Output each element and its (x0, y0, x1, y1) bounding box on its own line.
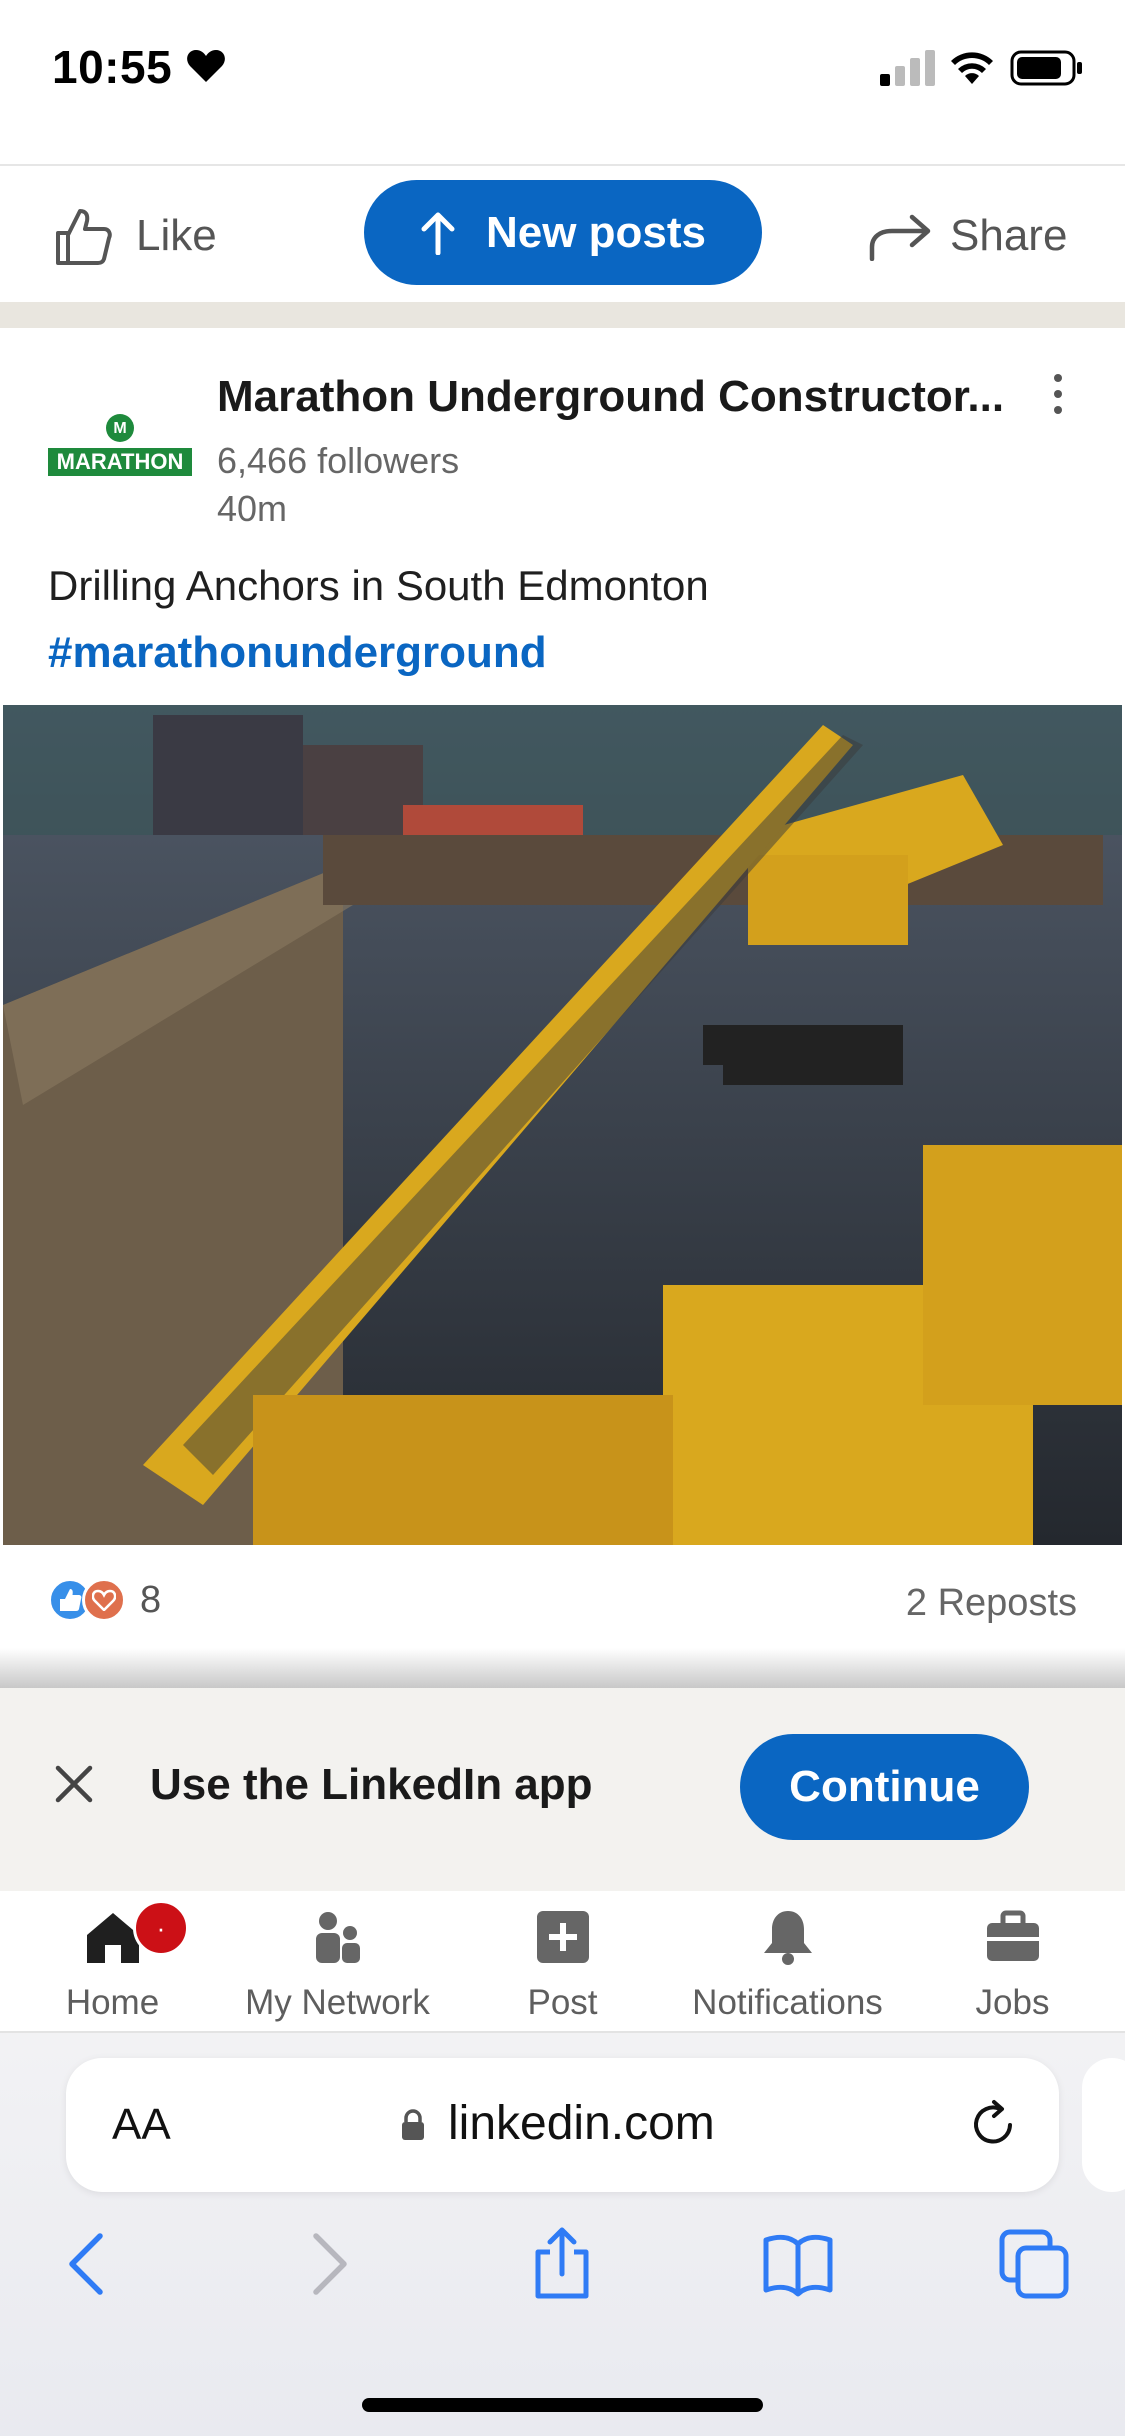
tabs-icon[interactable] (996, 2226, 1072, 2302)
nav-label: My Network (245, 1983, 430, 2022)
forward-arrow-icon[interactable] (290, 2226, 366, 2302)
nav-label: Home (65, 1983, 160, 2022)
nav-my-network[interactable]: My Network (225, 1905, 450, 2023)
url-text[interactable]: linkedin.com (448, 2096, 715, 2151)
heart-icon (187, 50, 225, 82)
back-arrow-icon[interactable] (50, 2226, 126, 2302)
post-image[interactable] (3, 705, 1122, 1545)
wifi-icon (951, 52, 993, 84)
more-options-icon[interactable] (1046, 372, 1070, 416)
next-tab-peek[interactable] (1082, 2058, 1125, 2192)
arrow-up-icon (421, 212, 455, 255)
lock-icon (402, 2109, 424, 2140)
nav-label: Notifications (692, 1983, 883, 2022)
company-logo[interactable]: M MARATHON (48, 412, 192, 484)
battery-icon (1010, 50, 1082, 86)
bookmarks-icon[interactable] (760, 2226, 836, 2302)
like-button[interactable]: Like (52, 200, 217, 272)
bell-icon (763, 1911, 812, 1965)
heart-icon (82, 1578, 126, 1622)
banner-shadow (0, 1648, 1125, 1688)
close-icon[interactable] (52, 1762, 96, 1806)
share-button[interactable]: Share (868, 200, 1067, 272)
nav-label: Jobs (975, 1983, 1050, 2022)
post-age: 40m (217, 488, 288, 529)
share-icon[interactable] (524, 2226, 600, 2302)
thumbs-up-icon (56, 209, 112, 265)
status-time: 10:55 (52, 41, 173, 93)
continue-button[interactable]: Continue (740, 1734, 1029, 1840)
nav-jobs[interactable]: Jobs (900, 1905, 1125, 2023)
briefcase-icon (986, 1910, 1039, 1961)
reload-icon[interactable] (966, 2098, 1020, 2152)
follower-count: 6,466 followers (217, 440, 460, 481)
feed-separator (0, 302, 1125, 328)
notification-badge: · (133, 1900, 189, 1956)
like-label: Like (136, 211, 217, 260)
logo-text: MARATHON (57, 449, 184, 474)
banner-text: Use the LinkedIn app (150, 1760, 593, 1809)
post-icon (536, 1911, 589, 1963)
new-posts-label: New posts (485, 207, 707, 257)
network-icon (315, 1912, 360, 1963)
nav-label: Post (527, 1983, 598, 2022)
reaction-count: 8 (140, 1578, 162, 1621)
post-text: Drilling Anchors in South Edmonton (48, 562, 709, 609)
share-arrow-icon (869, 214, 931, 261)
nav-post[interactable]: Post (450, 1905, 675, 2023)
share-label: Share (950, 211, 1068, 260)
reader-settings-button[interactable]: AA (112, 2100, 171, 2150)
cellular-signal-icon (880, 50, 935, 86)
new-posts-button[interactable]: New posts (364, 180, 762, 285)
svg-text:M: M (113, 420, 126, 437)
company-name[interactable]: Marathon Underground Constructor... (217, 372, 1029, 422)
home-indicator (362, 2398, 763, 2412)
reactions-summary[interactable]: 8 (48, 1578, 161, 1622)
nav-home[interactable]: Home (0, 1905, 225, 2023)
hashtag-link[interactable]: #marathonunderground (48, 628, 547, 678)
reposts-count[interactable]: 2 Reposts (906, 1582, 1077, 1625)
nav-notifications[interactable]: Notifications (675, 1905, 900, 2023)
